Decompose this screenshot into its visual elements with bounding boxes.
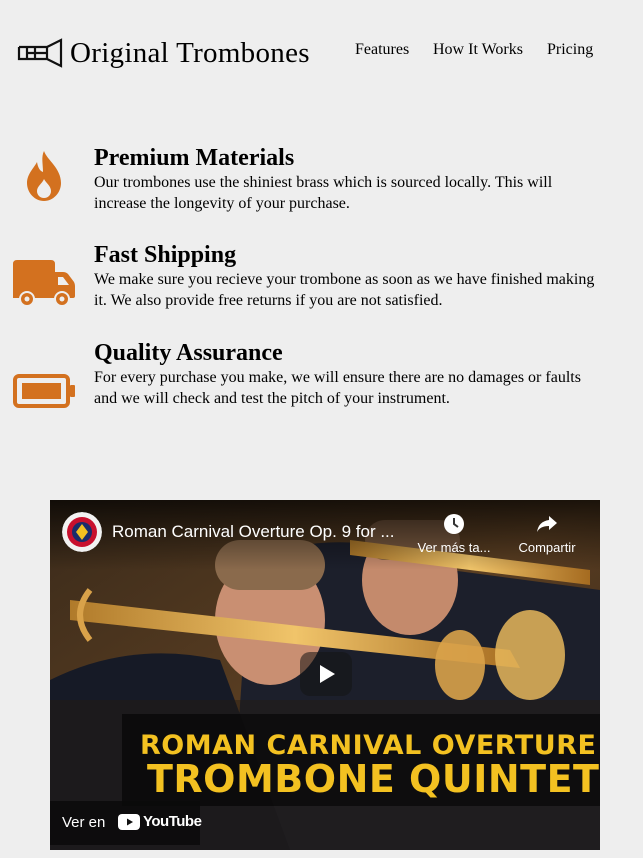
share-label: Compartir bbox=[518, 540, 576, 555]
truck-icon bbox=[13, 260, 75, 307]
youtube-logo: YouTube bbox=[118, 813, 202, 830]
feature-title: Quality Assurance bbox=[94, 340, 283, 366]
watch-later-label: Ver más ta... bbox=[417, 540, 491, 555]
header: Original Trombones Features How It Works… bbox=[0, 0, 643, 100]
watch-on-label: Ver en bbox=[62, 814, 106, 831]
nav-link-how-it-works[interactable]: How It Works bbox=[433, 41, 523, 59]
watch-on-youtube-button[interactable]: Ver en YouTube bbox=[50, 801, 202, 845]
logo[interactable]: Original Trombones bbox=[17, 38, 310, 68]
fire-icon bbox=[27, 151, 61, 201]
battery-icon bbox=[13, 374, 75, 408]
youtube-wordmark: YouTube bbox=[143, 813, 202, 830]
trombone-icon bbox=[17, 38, 63, 68]
watch-later-button[interactable]: Ver más ta... bbox=[414, 512, 494, 555]
share-icon bbox=[537, 516, 557, 532]
share-button[interactable]: Compartir bbox=[512, 512, 582, 555]
clock-icon bbox=[444, 514, 464, 534]
nav-link-features[interactable]: Features bbox=[355, 41, 409, 59]
video-title[interactable]: Roman Carnival Overture Op. 9 for ... bbox=[112, 522, 395, 542]
brand-name: Original Trombones bbox=[70, 36, 310, 69]
youtube-icon bbox=[118, 813, 140, 830]
feature-text: We make sure you recieve your trombone a… bbox=[94, 271, 595, 309]
feature-text: For every purchase you make, we will ens… bbox=[94, 369, 581, 407]
video-embed[interactable]: Roman Carnival Overture Op. 9 for ... Ve… bbox=[50, 500, 600, 850]
channel-avatar[interactable] bbox=[62, 512, 102, 552]
nav-link-pricing[interactable]: Pricing bbox=[547, 41, 593, 59]
feature-title: Premium Materials bbox=[94, 145, 295, 171]
banner-title-line-2: TROMBONE QUINTET bbox=[147, 757, 600, 801]
play-icon[interactable] bbox=[300, 652, 352, 696]
feature-text: Our trombones use the shiniest brass whi… bbox=[94, 174, 553, 212]
feature-title: Fast Shipping bbox=[94, 242, 237, 268]
